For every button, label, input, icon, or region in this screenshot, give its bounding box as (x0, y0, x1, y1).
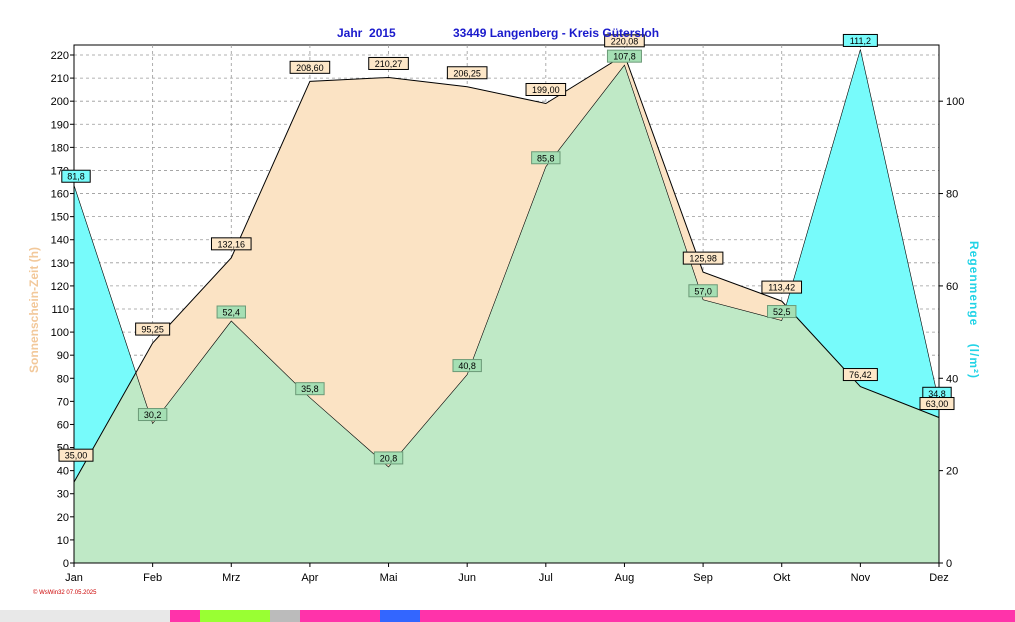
rain-data-label: 52,5 (773, 307, 791, 317)
sunshine-data-label: 95,25 (141, 325, 164, 335)
rain-data-label: 85,8 (537, 153, 555, 163)
x-tick-label: Dez (929, 572, 949, 584)
left-tick-label: 60 (57, 419, 69, 431)
x-tick-label: Aug (615, 572, 635, 584)
left-tick-label: 30 (57, 489, 69, 501)
right-tick-label: 20 (946, 466, 958, 478)
left-tick-label: 160 (51, 189, 69, 201)
right-tick-label: 60 (946, 281, 958, 293)
sunshine-data-label: 206,25 (453, 68, 481, 78)
left-tick-label: 150 (51, 212, 69, 224)
rain-data-label: 81,8 (67, 172, 85, 182)
x-tick-label: Mrz (222, 572, 240, 584)
sunshine-data-label: 210,27 (375, 59, 403, 69)
x-tick-label: Nov (851, 572, 871, 584)
right-axis-label-box: Regenmenge (l/m²) (962, 230, 986, 390)
right-axis-label: Regenmenge (l/m²) (967, 240, 981, 380)
left-tick-label: 20 (57, 512, 69, 524)
left-tick-label: 130 (51, 258, 69, 270)
sunshine-data-label: 63,00 (926, 399, 949, 409)
chart-title-year: Jahr 2015 (337, 26, 396, 40)
left-tick-label: 220 (51, 50, 69, 62)
sunshine-data-label: 132,16 (218, 239, 246, 249)
x-tick-label: Jan (65, 572, 83, 584)
left-tick-label: 90 (57, 350, 69, 362)
right-tick-label: 40 (946, 373, 958, 385)
chart: 0102030405060708090100110120130140150160… (51, 33, 964, 584)
right-tick-label: 80 (946, 189, 958, 201)
left-tick-label: 210 (51, 73, 69, 85)
x-tick-label: Mai (380, 572, 398, 584)
left-tick-label: 110 (51, 304, 69, 316)
rain-data-label: 107,8 (613, 52, 636, 62)
left-tick-label: 180 (51, 142, 69, 154)
left-tick-label: 70 (57, 396, 69, 408)
left-tick-label: 40 (57, 466, 69, 478)
left-tick-label: 120 (51, 281, 69, 293)
rain-data-label: 111,2 (850, 36, 871, 46)
rain-data-label: 57,0 (694, 286, 712, 296)
left-tick-label: 190 (51, 119, 69, 131)
left-axis-label-box: Sonnenschein-Zeit (h) (24, 230, 44, 390)
right-tick-label: 0 (946, 558, 952, 570)
taskbar-strip (0, 610, 1015, 622)
sunshine-data-label: 35,00 (65, 451, 88, 461)
chart-title-location: 33449 Langenberg - Kreis Gütersloh (453, 26, 660, 40)
rain-data-label: 52,4 (223, 308, 241, 318)
right-tick-label: 100 (946, 96, 964, 108)
x-tick-label: Sep (693, 572, 713, 584)
x-tick-label: Jul (539, 572, 553, 584)
left-tick-label: 100 (51, 327, 69, 339)
footer-credit: © WsWin32 07.05.2025 (33, 590, 97, 596)
sunshine-data-label: 208,60 (296, 63, 324, 73)
left-tick-label: 10 (57, 535, 69, 547)
rain-data-label: 40,8 (458, 361, 476, 371)
left-axis-label: Sonnenschein-Zeit (h) (27, 247, 41, 373)
rain-data-label: 30,2 (144, 410, 162, 420)
left-tick-label: 0 (63, 558, 69, 570)
x-tick-label: Okt (773, 572, 790, 584)
left-tick-label: 200 (51, 96, 69, 108)
left-tick-label: 80 (57, 373, 69, 385)
x-tick-label: Jun (458, 572, 476, 584)
left-tick-label: 140 (51, 235, 69, 247)
rain-data-label: 35,8 (301, 384, 319, 394)
sunshine-data-label: 76,42 (849, 370, 872, 380)
sunshine-data-label: 125,98 (689, 254, 717, 264)
sunshine-data-label: 199,00 (532, 85, 560, 95)
sunshine-data-label: 113,42 (768, 283, 795, 293)
x-tick-label: Apr (301, 572, 318, 584)
x-tick-label: Feb (143, 572, 162, 584)
rain-data-label: 20,8 (380, 453, 398, 463)
